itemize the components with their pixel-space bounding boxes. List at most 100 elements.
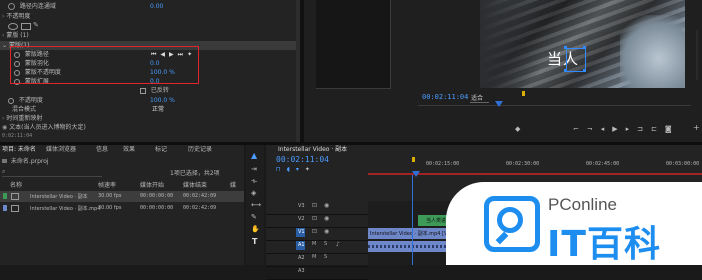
col-name[interactable]: 名称 xyxy=(10,180,22,189)
linked-selection-icon[interactable]: ◖ xyxy=(287,166,296,173)
snap-icon[interactable]: ⊓ xyxy=(276,166,287,173)
step-back-icon[interactable]: ◂ xyxy=(601,125,613,133)
tab-info[interactable]: 信息 xyxy=(96,145,108,155)
project-item-row[interactable]: Interstellar Video · 副本 30.00 fps 00:00:… xyxy=(0,191,244,202)
mask-handle[interactable] xyxy=(564,69,567,72)
eye-icon[interactable]: ◉ xyxy=(324,202,329,209)
fit-dropdown[interactable]: 适合 xyxy=(470,93,490,103)
program-scrubber[interactable] xyxy=(418,105,691,106)
track-header-a1[interactable]: A1 M S ♪ xyxy=(266,240,368,254)
ec-row-3[interactable]: › 蒙版 (1) xyxy=(2,31,29,40)
ec-opacity-row[interactable]: 不透明度 100.0 % xyxy=(8,96,175,105)
stopwatch-icon[interactable] xyxy=(8,97,14,104)
add-button-icon[interactable]: + xyxy=(693,123,700,132)
track-header-a3[interactable]: A3 xyxy=(266,266,368,280)
mark-out-icon[interactable]: ¬ xyxy=(587,125,601,133)
eye-icon[interactable]: ◉ xyxy=(2,124,7,131)
playhead-icon[interactable] xyxy=(495,101,503,107)
tab-sequence[interactable]: Interstellar Video · 副本 xyxy=(278,145,347,155)
tab-history[interactable]: 历史记录 xyxy=(188,145,212,155)
solo-icon[interactable]: S xyxy=(324,241,327,247)
inverted-checkbox[interactable] xyxy=(140,87,146,94)
item-name: Interstellar Video · 副本 xyxy=(30,194,88,200)
earth-clouds xyxy=(620,15,685,88)
chevron-down-icon[interactable]: ⌄ xyxy=(2,42,7,49)
program-monitor-panel: 当人 00:02:11:04 适合 ⌐¬◂▶▸⊐⊏◙ ◆ + xyxy=(304,0,702,142)
item-end: 00:02:42:09 xyxy=(183,193,217,199)
timeline-playhead-icon[interactable] xyxy=(412,171,420,177)
add-marker-icon[interactable]: ▾ xyxy=(296,166,305,173)
lift-icon[interactable]: ⊐ xyxy=(637,125,651,133)
marker-add-icon[interactable]: ◆ xyxy=(515,125,520,133)
pen-mask-icon[interactable]: ✎ xyxy=(33,21,39,29)
type-tool-icon[interactable]: T xyxy=(252,237,257,246)
ec-row-label: 蒙版 (1) xyxy=(6,32,29,39)
ec-row-label: 时间重新映射 xyxy=(6,115,43,122)
lock-icon[interactable]: ⊡ xyxy=(312,202,317,209)
watermark-badge: PConline IT百科 xyxy=(446,182,702,265)
mute-icon[interactable]: M xyxy=(312,241,316,247)
blend-mode-select[interactable]: 正常 xyxy=(152,105,164,114)
ellipse-mask-icon[interactable] xyxy=(8,23,18,30)
tab-media-browser[interactable]: 媒体浏览器 xyxy=(46,145,76,155)
chevron-right-icon[interactable]: › xyxy=(2,13,4,20)
solo-icon[interactable]: S xyxy=(324,254,327,260)
stopwatch-icon[interactable] xyxy=(8,3,15,10)
lock-icon[interactable]: ⊡ xyxy=(312,215,317,222)
ec-blend-row[interactable]: 混合模式 正常 xyxy=(12,105,164,114)
ec-text-row[interactable]: ◉ 文本(当人员进入博物的大定) xyxy=(2,123,86,132)
ec-row-value[interactable]: 0.00 xyxy=(150,2,163,11)
col-fps[interactable]: 帧速率 xyxy=(98,180,116,189)
pen-tool-icon[interactable]: ✎ xyxy=(251,213,257,221)
mask-handle[interactable] xyxy=(583,46,586,49)
col-more[interactable]: 媒 xyxy=(230,180,236,189)
settings-wrench-icon[interactable]: ✦ xyxy=(305,166,316,173)
lock-icon[interactable]: ⊡ xyxy=(312,228,317,235)
step-forward-icon[interactable]: ▸ xyxy=(626,125,638,133)
play-icon[interactable]: ▶ xyxy=(612,125,625,133)
tab-effects[interactable]: 效果 xyxy=(123,145,135,155)
extract-icon[interactable]: ⊏ xyxy=(651,125,665,133)
project-item-row[interactable]: Interstellar Video · 副本.mp4 30.00 fps 00… xyxy=(0,203,244,214)
ec-row-1[interactable]: 路径内连通域 0.00 xyxy=(8,2,163,11)
project-search-input[interactable]: ⌕ xyxy=(2,168,102,177)
eye-icon[interactable]: ◉ xyxy=(324,215,329,222)
mic-icon[interactable]: ♪ xyxy=(336,241,340,248)
chevron-right-icon[interactable]: › xyxy=(2,32,4,39)
monitor-edge xyxy=(696,30,698,80)
rectangle-mask-icon[interactable] xyxy=(21,23,31,30)
slip-tool-icon[interactable]: ⟷ xyxy=(251,201,261,209)
track-header-v2[interactable]: V2 ⊡ ◉ xyxy=(266,214,368,228)
timeline-timecode[interactable]: 00:02:11:04 xyxy=(276,155,329,164)
transport-controls: ⌐¬◂▶▸⊐⊏◙ xyxy=(573,125,680,133)
item-fps: 30.00 fps xyxy=(98,205,122,211)
mute-icon[interactable]: M xyxy=(312,254,316,260)
ec-row-2[interactable]: › 不透明度 xyxy=(2,12,30,21)
ec-inverted-row[interactable]: 已反转 xyxy=(140,86,169,95)
project-panel: 项目: 未命名 媒体浏览器 信息 效果 标记 历史记录 未命名.prproj ⌕… xyxy=(0,145,244,265)
search-icon: ⌕ xyxy=(2,168,6,175)
track-select-icon[interactable]: ⇥ xyxy=(251,165,257,173)
program-timecode[interactable]: 00:02:11:04 xyxy=(422,93,468,101)
camera-icon[interactable]: ◙ xyxy=(665,125,680,133)
mark-in-icon[interactable]: ⌐ xyxy=(573,125,587,133)
tab-project[interactable]: 项目: 未命名 xyxy=(2,145,36,155)
ec-row-value[interactable]: 100.0 % xyxy=(150,96,175,105)
hand-tool-icon[interactable]: ✋ xyxy=(251,225,260,233)
ec-row-label: 混合模式 xyxy=(12,106,37,113)
track-header-v3[interactable]: V3 ⊡ ◉ xyxy=(266,201,368,215)
col-media-start[interactable]: 媒体开始 xyxy=(140,180,164,189)
eye-icon[interactable]: ◉ xyxy=(324,228,329,235)
chevron-right-icon[interactable]: › xyxy=(2,115,4,122)
col-media-end[interactable]: 媒体结束 xyxy=(183,180,207,189)
mask-handle[interactable] xyxy=(564,46,567,49)
ripple-edit-icon[interactable]: ⟛ xyxy=(251,177,257,186)
track-header-v1[interactable]: V1 ⊡ ◉ xyxy=(266,227,368,241)
ec-time-remap-row[interactable]: › 时间重新映射 xyxy=(2,114,42,123)
razor-icon[interactable]: ◈ xyxy=(251,189,256,197)
tab-markers[interactable]: 标记 xyxy=(155,145,167,155)
highlight-box xyxy=(10,46,199,84)
mask-handle[interactable] xyxy=(583,69,586,72)
selection-tool-icon[interactable]: ▲ xyxy=(251,151,257,160)
playhead-line[interactable] xyxy=(412,175,413,265)
